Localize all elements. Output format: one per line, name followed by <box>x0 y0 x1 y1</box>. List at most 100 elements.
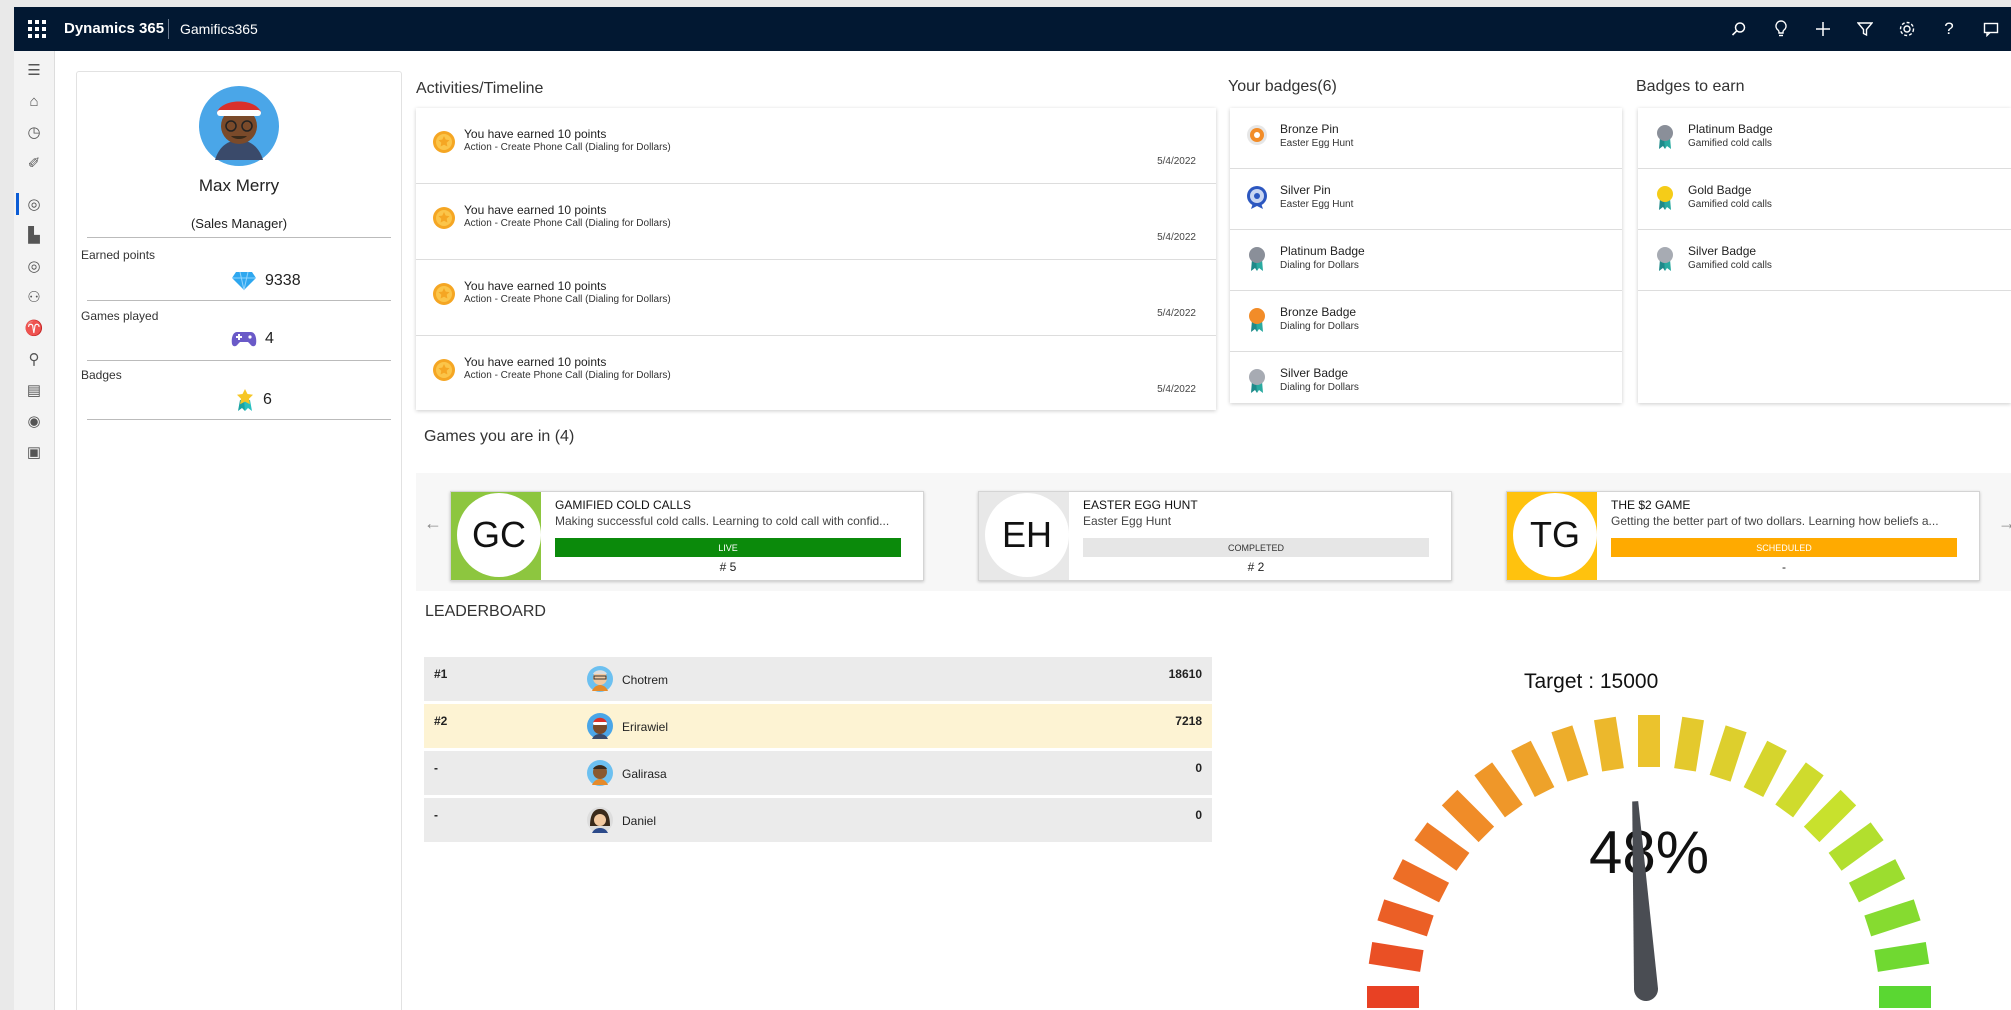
gauge-tick <box>1848 859 1906 903</box>
lightbulb-icon[interactable] <box>1769 17 1793 41</box>
badge-icon <box>237 389 253 411</box>
timeline-list: You have earned 10 points Action - Creat… <box>416 108 1216 410</box>
badges-count: 6 <box>235 388 272 412</box>
leaderboard-row[interactable]: #1 Chotrem 18610 <box>424 657 1212 701</box>
bronze-pin-icon <box>1247 125 1267 145</box>
timeline-item[interactable]: You have earned 10 points Action - Creat… <box>416 260 1216 336</box>
timeline-item[interactable]: You have earned 10 points Action - Creat… <box>416 336 1216 411</box>
badge-item[interactable]: Silver Badge Dialing for Dollars <box>1230 352 1622 403</box>
home-icon[interactable]: ⌂ <box>22 89 46 113</box>
badge-name: Silver Badge <box>1688 244 1757 258</box>
active-indicator <box>16 193 19 215</box>
game-card[interactable]: TG THE $2 GAME Getting the better part o… <box>1506 491 1980 581</box>
badge-item[interactable]: Platinum Badge Dialing for Dollars <box>1230 230 1622 291</box>
your-badges-list: Bronze Pin Easter Egg Hunt Silver Pin Ea… <box>1230 108 1622 403</box>
timeline-item-date: 5/4/2022 <box>1157 232 1196 243</box>
leaderboard-icon[interactable]: ▙ <box>22 223 46 247</box>
badge-name: Platinum Badge <box>1280 244 1365 258</box>
earned-points-label: Earned points <box>81 248 156 262</box>
report-icon[interactable]: ▤ <box>22 378 46 402</box>
divider <box>168 19 169 39</box>
game-card-color: EH <box>979 492 1069 580</box>
carousel-prev-arrow[interactable]: ← <box>424 513 442 534</box>
chat-icon[interactable] <box>1979 17 2003 41</box>
target-icon[interactable]: ◎ <box>22 192 46 216</box>
gauge-tick <box>1864 899 1921 937</box>
top-bar: Dynamics 365 Gamifics365 ? <box>14 7 2011 51</box>
badge-name: Gold Badge <box>1688 183 1752 197</box>
gauge-tick <box>1392 859 1450 903</box>
gauge-tick <box>1828 822 1884 871</box>
badges-count-value: 6 <box>263 391 272 408</box>
badge-game: Dialing for Dollars <box>1280 321 1359 332</box>
game-card-color: TG <box>1507 492 1597 580</box>
game-card[interactable]: EH EASTER EGG HUNT Easter Egg Hunt COMPL… <box>978 491 1452 581</box>
leaderboard-row[interactable]: - Galirasa 0 <box>424 751 1212 795</box>
your-badges-title: Your badges(6) <box>1228 78 1337 95</box>
badge-game: Dialing for Dollars <box>1280 260 1359 271</box>
recent-icon[interactable]: ◷ <box>22 120 46 144</box>
bike-icon[interactable]: ⚇ <box>22 285 46 309</box>
person-icon[interactable]: ⚲ <box>22 347 46 371</box>
filter-icon[interactable] <box>1853 17 1877 41</box>
help-icon[interactable]: ? <box>1937 17 1961 41</box>
badge-item[interactable]: Platinum Badge Gamified cold calls <box>1638 108 2011 169</box>
hamburger-icon[interactable]: ☰ <box>22 58 46 82</box>
search-icon[interactable] <box>1727 17 1751 41</box>
timeline-item-sub: Action - Create Phone Call (Dialing for … <box>464 294 671 305</box>
badges-label: Badges <box>81 368 122 382</box>
game-rank: # 2 <box>1247 560 1265 574</box>
game-description: Making successful cold calls. Learning t… <box>555 514 890 528</box>
pin-icon[interactable]: ✐ <box>22 151 46 175</box>
badge-game: Gamified cold calls <box>1688 199 1772 210</box>
gauge-tick <box>1511 740 1555 798</box>
game-rank: # 5 <box>719 560 737 574</box>
timeline-item[interactable]: You have earned 10 points Action - Creat… <box>416 184 1216 260</box>
timeline-item-title: You have earned 10 points <box>464 203 607 217</box>
leaderboard-points: 7218 <box>1175 714 1202 728</box>
gauge-tick <box>1709 725 1747 782</box>
timeline-item-date: 5/4/2022 <box>1157 384 1196 395</box>
badge-item[interactable]: Silver Badge Gamified cold calls <box>1638 230 2011 291</box>
gauge-tick <box>1414 822 1470 871</box>
games-played-label: Games played <box>81 309 159 323</box>
coin-icon <box>433 359 455 381</box>
gauge-percent: 48% <box>1589 819 1709 886</box>
leaderboard-row[interactable]: #2 Erirawiel 7218 <box>424 704 1212 748</box>
timeline-item-title: You have earned 10 points <box>464 279 607 293</box>
gauge-icon[interactable]: ◉ <box>22 409 46 433</box>
avatar <box>587 760 613 786</box>
timeline-item[interactable]: You have earned 10 points Action - Creat… <box>416 108 1216 184</box>
badge-name: Bronze Badge <box>1280 305 1357 319</box>
game-initials: EH <box>985 493 1069 577</box>
plus-icon[interactable] <box>1811 17 1835 41</box>
gauge-tick <box>1743 740 1787 798</box>
app-subtitle[interactable]: Gamifics365 <box>180 21 258 37</box>
avatar <box>587 807 613 833</box>
profile-role: (Sales Manager) <box>190 216 288 231</box>
app-name[interactable]: Dynamics 365 <box>64 20 164 37</box>
divider <box>87 419 391 420</box>
game-rank: - <box>1782 560 1786 574</box>
badge-item[interactable]: Silver Pin Easter Egg Hunt <box>1230 169 1622 230</box>
gear-icon[interactable] <box>1895 17 1919 41</box>
badge-item[interactable]: Gold Badge Gamified cold calls <box>1638 169 2011 230</box>
badges-to-earn-list: Platinum Badge Gamified cold calls Gold … <box>1638 108 2011 403</box>
leaderboard-row[interactable]: - Daniel 0 <box>424 798 1212 842</box>
badge-list-icon[interactable]: ▣ <box>22 440 46 464</box>
app-frame: Dynamics 365 Gamifics365 ? ☰ ⌂ ◷ ✐ ◎ ▙ ◎… <box>14 7 2011 1010</box>
gauge-tick <box>1441 789 1495 843</box>
target-icon[interactable]: ◎ <box>22 254 46 278</box>
leaderboard-rank: #1 <box>434 667 448 681</box>
game-card[interactable]: GC GAMIFIED COLD CALLS Making successful… <box>450 491 924 581</box>
game-initials: TG <box>1513 493 1597 577</box>
app-launcher-icon[interactable] <box>28 20 46 38</box>
carousel-next-arrow[interactable]: → <box>1998 513 2011 534</box>
leaderboard-name: Erirawiel <box>622 720 669 734</box>
timeline-item-sub: Action - Create Phone Call (Dialing for … <box>464 142 671 153</box>
badge-item[interactable]: Bronze Pin Easter Egg Hunt <box>1230 108 1622 169</box>
trophy-icon[interactable]: ♈ <box>22 316 46 340</box>
leaderboard-title: LEADERBOARD <box>425 603 546 620</box>
leaderboard-rank: #2 <box>434 714 448 728</box>
badge-item[interactable]: Bronze Badge Dialing for Dollars <box>1230 291 1622 352</box>
